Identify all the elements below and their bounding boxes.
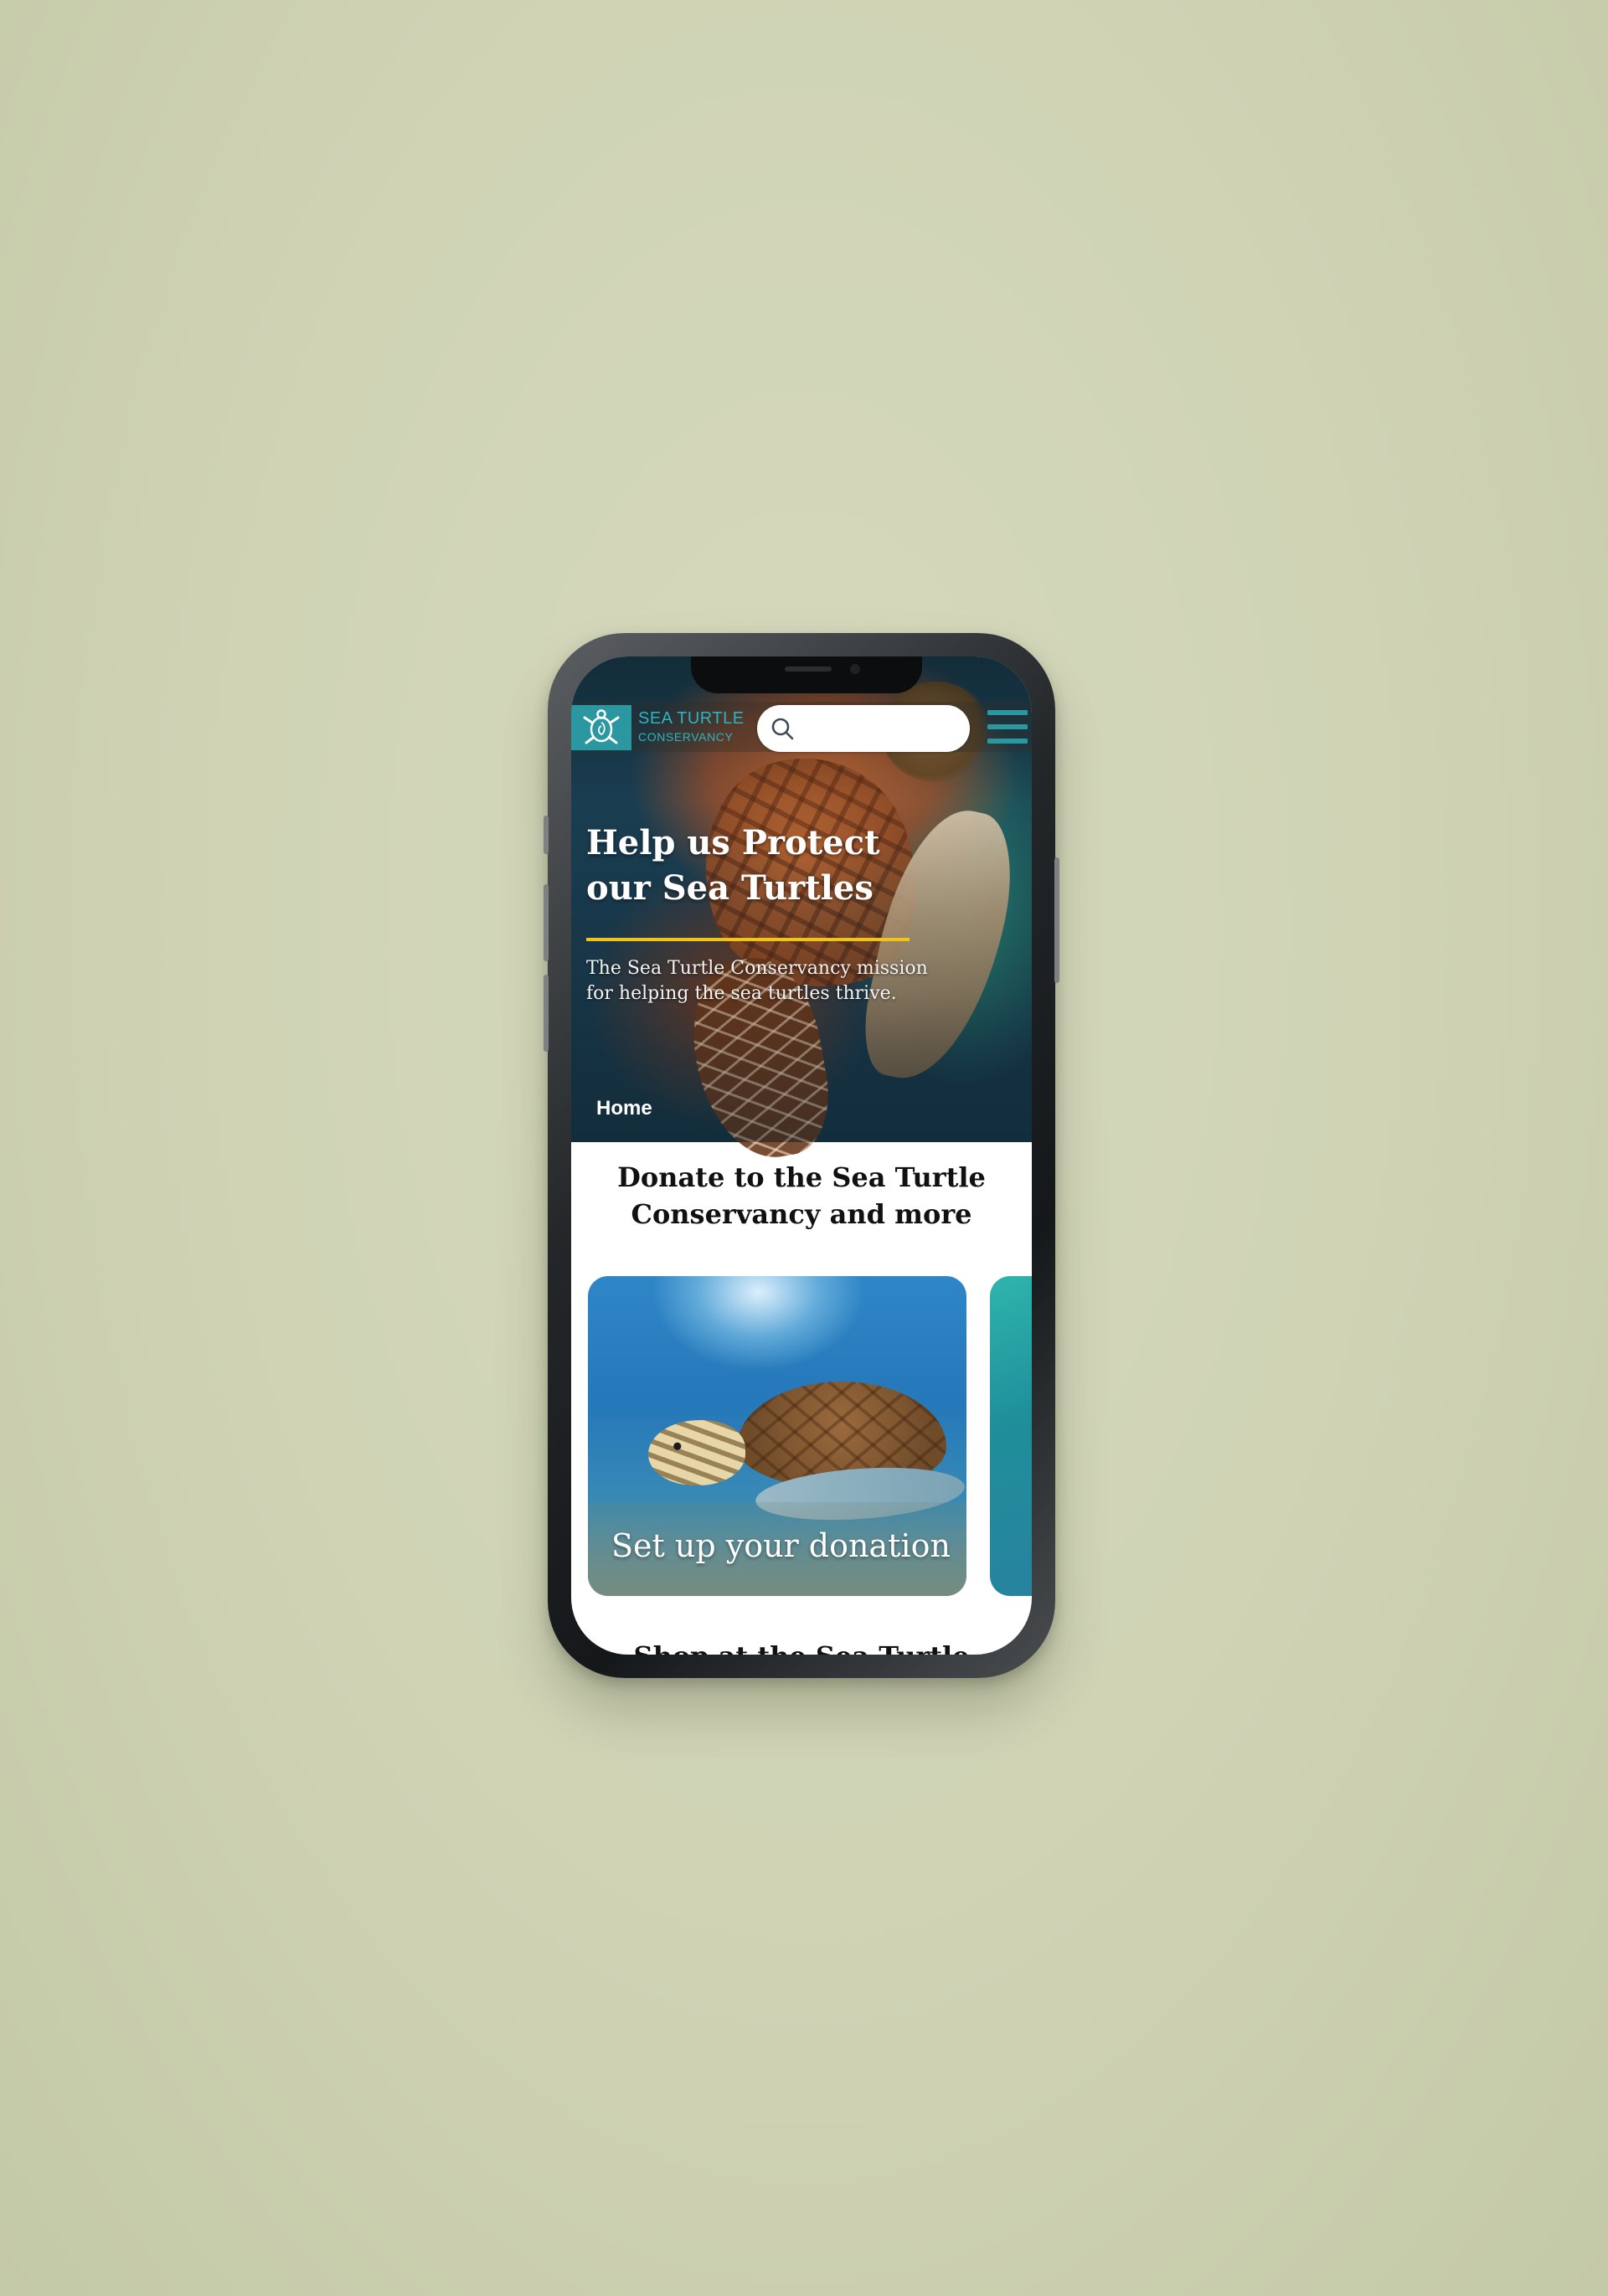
site-logo[interactable]	[571, 705, 631, 750]
search-input[interactable]	[804, 713, 958, 744]
phone-screen: SEA TURTLE CONSERVANCY Help us Protect o…	[571, 656, 1032, 1655]
site-name[interactable]: SEA TURTLE CONSERVANCY	[638, 709, 745, 744]
front-camera	[850, 664, 860, 674]
search-bar[interactable]	[757, 705, 970, 752]
turtle-logo-icon	[583, 709, 620, 744]
donation-card[interactable]: Set up your donation	[588, 1276, 966, 1596]
hero-title: Help us Protect our Sea Turtles	[586, 823, 880, 908]
phone-device: SEA TURTLE CONSERVANCY Help us Protect o…	[544, 633, 1059, 1678]
logo-name-line1: SEA TURTLE	[638, 709, 745, 728]
search-icon	[771, 718, 794, 740]
site-header: SEA TURTLE CONSERVANCY	[571, 702, 1032, 752]
volume-up-button	[544, 884, 549, 961]
menu-bar	[987, 739, 1028, 744]
donation-card-caption: Set up your donation	[611, 1527, 951, 1564]
shop-section-title: Shop at the Sea Turtle	[571, 1638, 1032, 1655]
menu-bar	[987, 724, 1028, 729]
speaker-grille	[785, 667, 832, 672]
donate-section-title: Donate to the Sea Turtle Conservancy and…	[617, 1161, 986, 1230]
phone-notch	[691, 656, 922, 693]
hero-title-underline	[586, 938, 910, 941]
menu-bar	[987, 710, 1028, 715]
logo-name-line2: CONSERVANCY	[638, 730, 734, 744]
hero-subtitle: The Sea Turtle Conservancy mission for h…	[586, 958, 928, 1004]
power-button	[1054, 857, 1059, 983]
next-card-peek[interactable]	[990, 1276, 1032, 1596]
volume-down-button	[544, 975, 549, 1052]
breadcrumb-home[interactable]: Home	[596, 1097, 652, 1120]
hamburger-menu-icon[interactable]	[987, 705, 1031, 749]
photo-scene: SEA TURTLE CONSERVANCY Help us Protect o…	[0, 0, 1608, 2296]
mute-switch	[544, 816, 549, 854]
card-turtle-head	[648, 1420, 745, 1485]
